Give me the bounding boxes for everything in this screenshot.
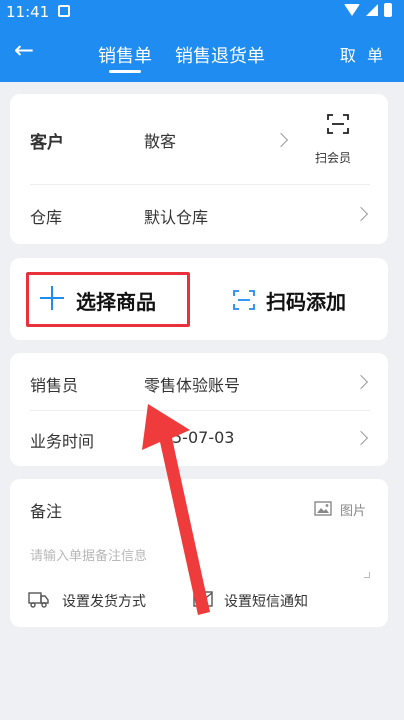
mail-icon[interactable]: [192, 590, 214, 608]
business-time-label: 业务时间: [30, 432, 95, 451]
scan-member-icon[interactable]: [326, 112, 350, 136]
remark-input[interactable]: [30, 536, 370, 576]
remark-label: 备注: [30, 502, 63, 521]
resize-handle-icon: [364, 572, 370, 578]
image-icon[interactable]: [314, 500, 332, 516]
top-app-bar: 11:41 ← 销售单 销售退货单 取 单: [0, 0, 404, 82]
select-goods-button[interactable]: 选择商品: [76, 286, 156, 315]
customer-label: 客户: [30, 133, 64, 153]
status-indicators: [344, 3, 392, 17]
scan-member-label[interactable]: 扫会员: [315, 149, 351, 166]
active-tab-indicator: [109, 70, 141, 73]
tab-sales-return[interactable]: 销售退货单: [175, 42, 265, 68]
truck-icon[interactable]: [28, 590, 50, 608]
tab-sales-order[interactable]: 销售单: [98, 42, 152, 68]
status-bar: 11:41: [0, 0, 404, 24]
set-shipping-button[interactable]: 设置发货方式: [62, 591, 146, 611]
signal-icon: [366, 4, 378, 16]
image-label[interactable]: 图片: [340, 500, 366, 519]
warehouse-label: 仓库: [30, 208, 63, 227]
notification-icon: [58, 5, 70, 17]
plus-icon[interactable]: [40, 286, 64, 310]
status-time: 11:41: [6, 3, 50, 21]
scan-code-icon[interactable]: [232, 288, 256, 312]
battery-icon: [384, 3, 392, 17]
divider: [30, 184, 370, 185]
business-time-value[interactable]: 5-07-03: [172, 428, 234, 447]
salesperson-label: 销售员: [30, 376, 79, 395]
fetch-order-button[interactable]: 取 单: [340, 42, 386, 66]
warehouse-value[interactable]: 默认仓库: [144, 204, 208, 228]
wifi-icon: [344, 4, 360, 16]
salesperson-value[interactable]: 零售体验账号: [144, 372, 240, 396]
customer-value[interactable]: 散客: [144, 128, 176, 152]
scan-add-button[interactable]: 扫码添加: [266, 286, 346, 315]
divider: [30, 410, 370, 411]
set-sms-button[interactable]: 设置短信通知: [224, 591, 308, 611]
back-arrow-icon[interactable]: ←: [14, 38, 34, 62]
